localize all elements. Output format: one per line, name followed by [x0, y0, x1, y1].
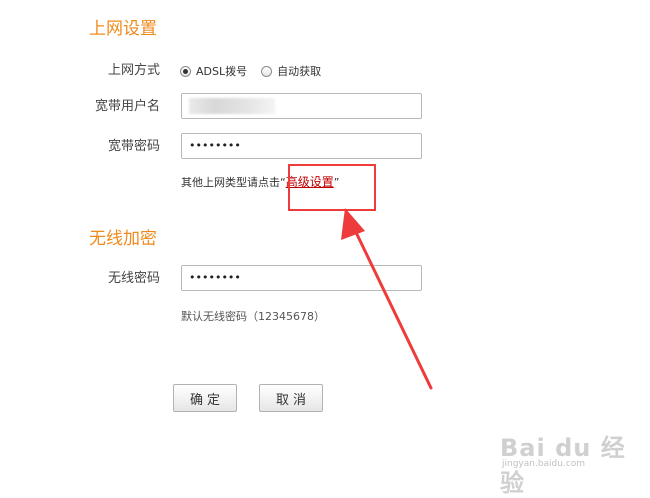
watermark-url: jingyan.baidu.com: [502, 459, 586, 469]
annotation-arrow-icon: [341, 208, 433, 390]
watermark: Bai du 经验 jingyan.baidu.com: [500, 428, 640, 497]
